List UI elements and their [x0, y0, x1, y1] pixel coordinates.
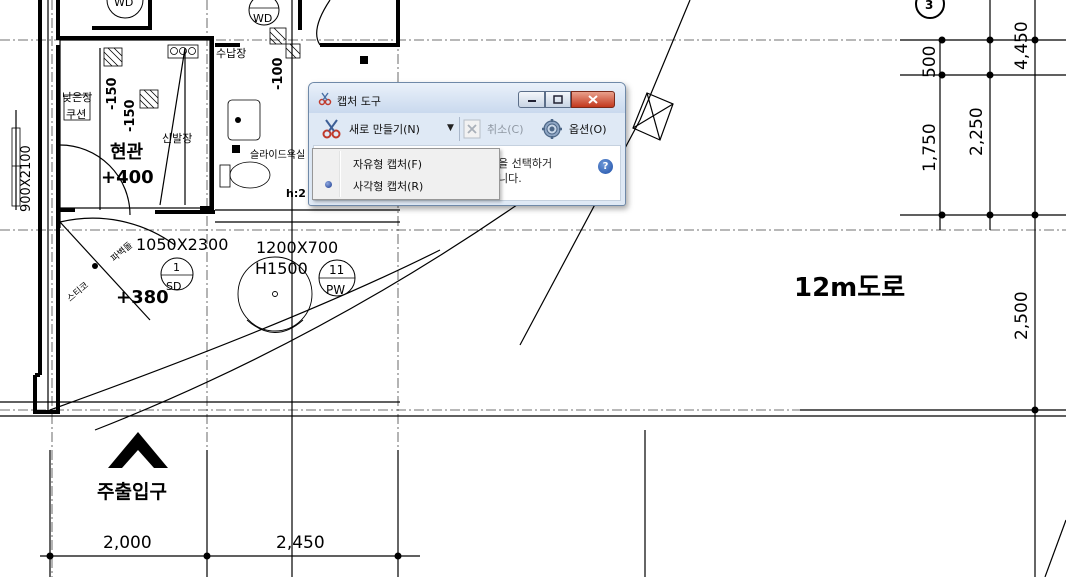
- label-road: 12m도로: [794, 273, 905, 303]
- maximize-icon: [546, 92, 570, 107]
- label-sd-num: 1: [173, 261, 180, 274]
- label-entrance: 현관: [110, 142, 144, 163]
- close-icon: [572, 92, 614, 107]
- new-snip-label: 새로 만들기(N): [349, 123, 420, 136]
- label-diag-1: 파벽돌: [109, 240, 135, 264]
- new-snip-button[interactable]: 새로 만들기(N): [321, 118, 420, 140]
- label-minus150-a: -150: [105, 77, 120, 110]
- label-dim-2250: 2,250: [967, 107, 987, 156]
- minimize-button[interactable]: [518, 91, 545, 108]
- new-scissors-icon: [322, 119, 341, 139]
- label-dim-1750: 1,750: [920, 123, 940, 172]
- label-dim-4450: 4,450: [1012, 21, 1032, 70]
- minimize-icon: [519, 92, 544, 107]
- label-dim-500: 500: [920, 46, 940, 78]
- menu-item-free-form[interactable]: 자유형 캡처(F): [315, 152, 497, 173]
- label-grid-3: 3: [925, 0, 933, 12]
- label-pw-code: PW: [326, 283, 345, 297]
- label-wd-1: WD: [114, 0, 133, 9]
- label-main-entrance: 주출입구: [97, 481, 167, 503]
- label-sliding-bath: 슬라이드욕실: [250, 149, 305, 161]
- label-window-1200: 1200X700: [256, 238, 338, 257]
- label-dim-2000: 2,000: [103, 533, 152, 553]
- menu-item-label: 사각형 캡처(R): [353, 180, 424, 193]
- scissors-icon: [318, 92, 332, 106]
- label-storage: 수납장: [216, 47, 246, 60]
- label-diag-2: 스티코: [65, 280, 91, 304]
- label-dim-2450: 2,450: [276, 533, 325, 553]
- help-icon[interactable]: ?: [598, 159, 613, 174]
- menu-item-label: 자유형 캡처(F): [353, 158, 423, 171]
- label-h-note: h:2: [286, 187, 306, 200]
- label-low-cabinet-a: 낮은장: [62, 91, 92, 104]
- options-label: 옵션(O): [569, 123, 607, 136]
- label-minus100: -100: [271, 57, 286, 90]
- label-door-900: 900X2100: [19, 145, 34, 212]
- menu-item-rectangular[interactable]: 사각형 캡처(R): [315, 174, 497, 195]
- label-wd-2: WD: [253, 12, 272, 25]
- close-button[interactable]: [571, 91, 615, 108]
- gear-icon: [542, 119, 562, 139]
- options-button[interactable]: 옵션(O): [541, 118, 606, 140]
- label-minus150-b: -150: [123, 99, 138, 132]
- window-title: 캡처 도구: [337, 95, 381, 108]
- label-entrance-level: +400: [101, 167, 154, 188]
- label-dim-2500: 2,500: [1012, 291, 1032, 340]
- cancel-label: 취소(C): [487, 123, 524, 136]
- cancel-x-icon: [463, 119, 481, 139]
- label-pw-num: 11: [329, 263, 344, 277]
- radio-selected-icon: [325, 181, 332, 188]
- new-dropdown-arrow-icon[interactable]: ▼: [447, 123, 454, 133]
- instruction-text: 을 선택하거 니다.: [498, 157, 553, 185]
- toolbar-separator: [459, 117, 460, 141]
- label-low-cabinet-b: 쿠션: [66, 108, 86, 121]
- snip-mode-menu: 자유형 캡처(F) 사각형 캡처(R): [312, 148, 500, 200]
- entrance-arrow-icon: [108, 432, 168, 468]
- maximize-button[interactable]: [545, 91, 571, 108]
- title-bar[interactable]: 캡처 도구: [309, 83, 625, 113]
- label-window-h1500: H1500: [255, 259, 308, 278]
- label-shoe-cabinet: 신발장: [162, 132, 192, 145]
- toolbar: 새로 만들기(N) ▼ 취소(C) 옵션(O): [313, 115, 619, 145]
- label-door-1050: 1050X2300: [136, 235, 228, 254]
- label-front-level: +380: [116, 287, 169, 308]
- cancel-button[interactable]: 취소(C): [463, 118, 524, 140]
